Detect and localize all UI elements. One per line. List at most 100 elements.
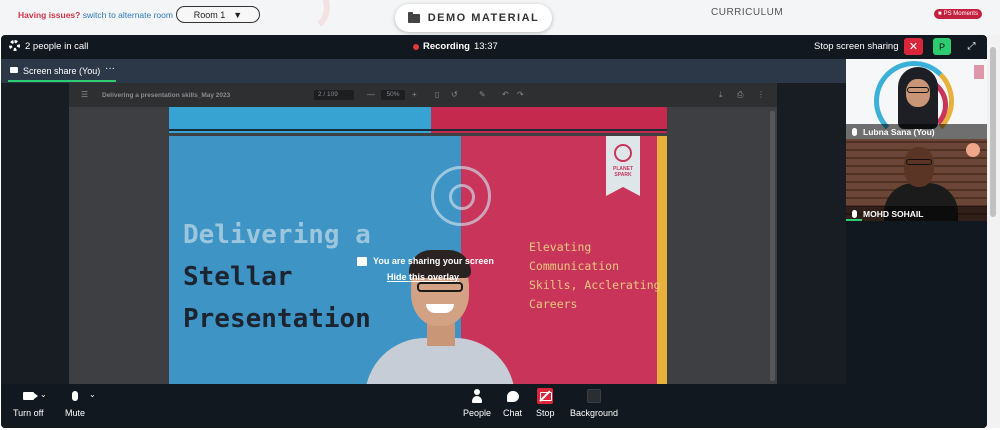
tagline-line: Careers xyxy=(529,297,578,311)
call-header: 2 people in call Recording 13:37 Stop sc… xyxy=(1,35,987,59)
slide-headline: Delivering a Stellar Presentation xyxy=(183,214,371,340)
demo-material-button[interactable]: DEMO MATERIAL xyxy=(395,4,552,32)
chat-label: Chat xyxy=(503,408,523,418)
stop-share-button[interactable]: Stop xyxy=(536,388,555,418)
camera-button[interactable]: Turn off xyxy=(13,388,44,418)
screen-share-stage: ☰ Delivering a presentation skills_May 2… xyxy=(1,83,846,384)
pdf-toolbar: ☰ Delivering a presentation skills_May 2… xyxy=(69,83,777,107)
menu-icon[interactable]: ☰ xyxy=(81,90,88,99)
pdf-filename: Delivering a presentation skills_May 202… xyxy=(102,92,231,99)
chat-button[interactable]: Chat xyxy=(503,388,522,418)
screen-share-tab-bar: Screen share (You) ··· xyxy=(1,59,846,83)
print-icon[interactable]: ⎙ xyxy=(737,90,743,100)
more-options-icon[interactable]: ··· xyxy=(105,63,115,74)
planet-logo-icon xyxy=(614,144,632,162)
participant-glasses xyxy=(906,159,932,165)
people-label: People xyxy=(463,408,492,418)
fullscreen-icon[interactable]: ⤢ xyxy=(962,38,981,55)
headline-line-2: Stellar xyxy=(183,262,293,292)
mic-icon xyxy=(852,209,857,218)
fit-page-icon[interactable]: ▯ xyxy=(435,90,439,99)
chat-bubble-icon xyxy=(506,390,519,402)
tagline-line: Skills, Acclerating xyxy=(529,278,661,292)
mute-label: Mute xyxy=(65,408,86,418)
download-icon[interactable]: ⤓ xyxy=(719,90,723,100)
stop-screen-sharing-label: Stop screen sharing xyxy=(814,41,899,52)
pdf-viewer: ☰ Delivering a presentation skills_May 2… xyxy=(69,83,777,384)
top-bar: Having issues? switch to alternate room … xyxy=(0,0,1000,35)
people-count: 2 people in call xyxy=(25,41,89,52)
room-select[interactable]: Room 1 ▼ xyxy=(176,6,260,23)
monitor-icon xyxy=(10,67,18,73)
previous-slide xyxy=(169,107,667,133)
backdrop-logo-icon xyxy=(974,65,984,79)
caret-down-icon: ▼ xyxy=(233,9,243,20)
issues-notice: Having issues? switch to alternate room xyxy=(18,10,173,20)
participant-tile-self[interactable]: Lubna Sana (You) xyxy=(846,59,987,139)
slide-tagline: Elevating Communication Skills, Acclerat… xyxy=(529,238,661,314)
participant-name: MOHD SOHAIL xyxy=(863,208,924,219)
background-icon xyxy=(587,389,602,403)
folder-icon xyxy=(407,11,420,23)
tagline-line: Communication xyxy=(529,259,620,273)
participant-name: Lubna Sana (You) xyxy=(863,126,935,137)
demo-material-label: DEMO MATERIAL xyxy=(427,12,540,24)
page-scrollbar[interactable] xyxy=(987,35,1000,428)
speaking-indicator xyxy=(846,219,862,221)
people-button[interactable]: People xyxy=(463,388,491,418)
stop-sharing-button[interactable]: ✕ xyxy=(904,38,923,55)
participant-face xyxy=(906,79,930,107)
record-dot-icon xyxy=(413,43,419,50)
ps-moments-badge[interactable]: ■ PS Moments xyxy=(934,9,982,19)
room-select-value: Room 1 xyxy=(193,9,226,20)
zoom-level[interactable]: 50% xyxy=(381,90,405,100)
doodle-ring-icon xyxy=(449,184,475,210)
screen-share-icon xyxy=(357,256,367,266)
stop-label: Stop xyxy=(536,408,555,418)
camera-options-chevron-icon[interactable]: ⌄ xyxy=(40,390,47,399)
mic-options-chevron-icon[interactable]: ⌄ xyxy=(89,390,96,399)
pdf-scrollbar[interactable] xyxy=(770,111,775,381)
tab-screen-share[interactable]: Screen share (You) xyxy=(23,66,100,76)
page-number-input[interactable]: 2 / 109 xyxy=(314,90,354,100)
background-button[interactable]: Background xyxy=(570,388,618,418)
participant-name-bar: MOHD SOHAIL xyxy=(846,206,987,221)
participant-tile-remote[interactable]: MOHD SOHAIL xyxy=(846,139,987,221)
page-scrollbar-thumb[interactable] xyxy=(990,47,996,217)
camera-label: Turn off xyxy=(13,408,44,418)
camera-icon xyxy=(22,392,38,400)
recording-indicator: Recording 13:37 xyxy=(413,41,498,52)
people-icon xyxy=(472,389,483,403)
participant-face xyxy=(904,147,934,187)
mic-icon xyxy=(852,127,857,136)
hide-overlay-link[interactable]: Hide this overlay xyxy=(387,272,507,282)
alternate-room-link[interactable]: switch to alternate room xyxy=(83,10,173,20)
redo-icon[interactable]: ↷ xyxy=(517,90,524,99)
decorative-arc xyxy=(270,0,330,35)
mute-button[interactable]: Mute xyxy=(65,388,85,418)
tagline-line: Elevating xyxy=(529,240,592,254)
presenter-glasses xyxy=(417,282,463,292)
curriculum-link[interactable]: CURRICULUM xyxy=(711,7,783,18)
annotate-icon[interactable]: ✎ xyxy=(479,90,486,99)
rotate-icon[interactable]: ↺ xyxy=(451,90,458,99)
call-window: 2 people in call Recording 13:37 Stop sc… xyxy=(1,35,987,428)
prev-slide-edge xyxy=(169,129,667,131)
brand-bookmark: PLANET SPARK xyxy=(606,136,640,196)
lamp-light xyxy=(966,143,980,157)
more-vertical-icon[interactable]: ⋮ xyxy=(757,90,765,99)
microphone-icon xyxy=(72,391,78,401)
participant-glasses xyxy=(907,87,929,93)
background-label: Background xyxy=(570,408,619,418)
undo-icon[interactable]: ↶ xyxy=(502,90,509,99)
sharing-message: You are sharing your screen xyxy=(373,256,494,266)
zoom-in-icon[interactable]: + xyxy=(412,90,417,99)
zoom-out-icon[interactable]: — xyxy=(367,90,375,99)
brand-label: PLANET SPARK xyxy=(613,166,633,178)
ps-moments-label: PS Moments xyxy=(943,11,978,17)
camera-small-icon: ■ xyxy=(938,11,942,17)
user-avatar[interactable]: P xyxy=(933,38,951,55)
participant-name-bar: Lubna Sana (You) xyxy=(846,124,987,139)
call-controls: Turn off ⌄ Mute ⌄ People Chat Stop Backg… xyxy=(1,384,987,428)
gear-icon[interactable] xyxy=(9,40,20,51)
